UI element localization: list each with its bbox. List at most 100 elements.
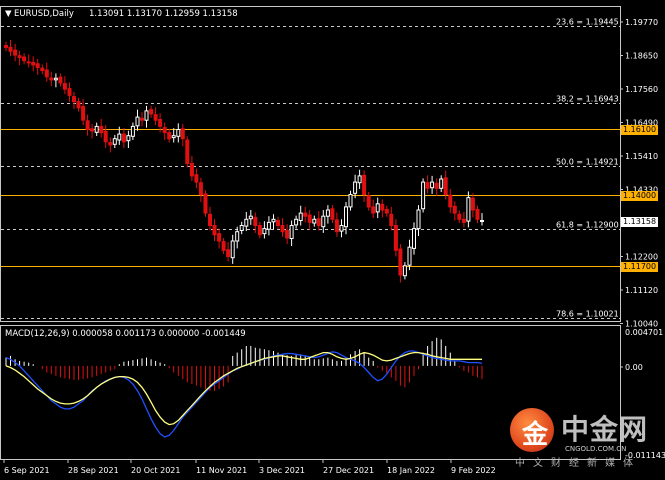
candle-body [58,76,63,84]
chart-ohlc: 1.13091 1.13170 1.12959 1.13158 [89,9,238,19]
candle-body [294,218,299,226]
candle-body [198,182,203,195]
price-tick-label: 1.12200 [625,253,658,262]
fib-label: 61.8 = 1.12900 [556,221,619,230]
level-badge: 1.14000 [621,190,659,201]
candle-body [398,248,403,276]
candle-body [212,225,217,236]
candle-body [348,194,353,208]
fib-label: 38.2 = 1.16943 [556,95,619,104]
candle-body [108,142,113,146]
candle-body [117,133,122,141]
candle-body [421,181,426,210]
logo-text: 中金网 [561,413,649,446]
candle-body [189,163,194,177]
candle-body [475,208,480,220]
candle-body [76,101,81,109]
candle-body [35,63,40,68]
candle-body [144,110,149,121]
candle-body [149,109,154,115]
candle-body [85,120,90,131]
level-badge: 1.11700 [621,261,659,272]
date-tick-label: 20 Oct 2021 [131,466,180,475]
candle-body [208,213,212,227]
candle-body [67,88,72,96]
price-tick-label: 1.17560 [625,85,658,94]
main-panel-frame [0,6,621,322]
candle-body [112,138,117,145]
candle-body [480,220,484,222]
candle-body [8,46,13,52]
candle-body [94,125,99,133]
candle-body [262,228,267,235]
logo-subtitle: 中文财经新媒体 [515,458,641,469]
candle-body [276,220,280,226]
candle-body [330,208,335,220]
candle-body [180,128,185,140]
candle-body [303,212,308,217]
candle-body [99,125,104,134]
date-tick-label: 3 Dec 2021 [259,466,305,475]
candle-body [470,197,475,211]
candle-body [271,218,276,223]
level-badge: 1.16100 [621,124,659,135]
candle-body [425,182,430,189]
price-tick-label: 1.15410 [625,152,658,161]
candle-body [280,225,285,233]
fib-label: 50.0 = 1.14921 [556,158,619,167]
candle-body [380,203,385,211]
candle-body [90,128,95,132]
candle-body [158,119,163,127]
candle-body [217,233,222,242]
candle-body [366,195,371,208]
logo-mark-icon: 金 [510,408,554,452]
current-price-badge: 1.13158 [621,216,659,227]
candle-body [344,206,348,228]
price-tick-label: 1.19770 [625,18,658,27]
candle-body [22,56,27,62]
date-tick-label: 9 Feb 2022 [451,466,496,475]
candle-body [13,49,18,56]
candle-body [230,240,235,259]
candle-body [185,139,190,164]
candle-body [285,230,290,239]
candle-body [17,55,22,59]
candle-body [248,215,253,220]
candle-body [289,225,294,239]
candle-body [4,45,8,48]
fib-label: 78.6 = 1.10021 [556,310,619,319]
candle-body [239,225,244,231]
candle-body [384,208,389,214]
candle-body [371,206,376,214]
candle-body [253,216,258,226]
candle-body [325,209,330,217]
candle-body [339,225,344,232]
candle-body [357,175,362,184]
candle-body [235,231,240,242]
candle-body [298,212,303,222]
candle-body [167,132,172,140]
candle-body [176,129,181,137]
candle-body [135,116,140,127]
candle-body [53,77,58,81]
candle-body [407,246,412,266]
chart-header-arrow[interactable]: ▼ [5,9,12,19]
macd-axis-zero: 0.00 [625,363,643,372]
candle-body [257,225,262,236]
candle-body [402,265,407,277]
date-tick-label: 18 Jan 2022 [387,466,435,475]
candle-body [443,177,448,196]
candle-body [375,203,380,213]
candle-body [393,225,398,251]
candle-body [412,228,416,249]
candle-body [72,96,76,103]
candle-body [439,178,444,189]
candle-body [49,77,54,81]
cngold-logo: 金 中金网 CNGOLD.COM.CN 中文财经新媒体 [505,402,665,472]
candle-body [434,182,439,189]
candle-body [353,181,358,194]
candle-body [316,218,321,226]
chart-symbol: EURUSD,Daily [14,9,74,19]
candle-body [203,193,208,214]
candle-body [226,249,231,257]
